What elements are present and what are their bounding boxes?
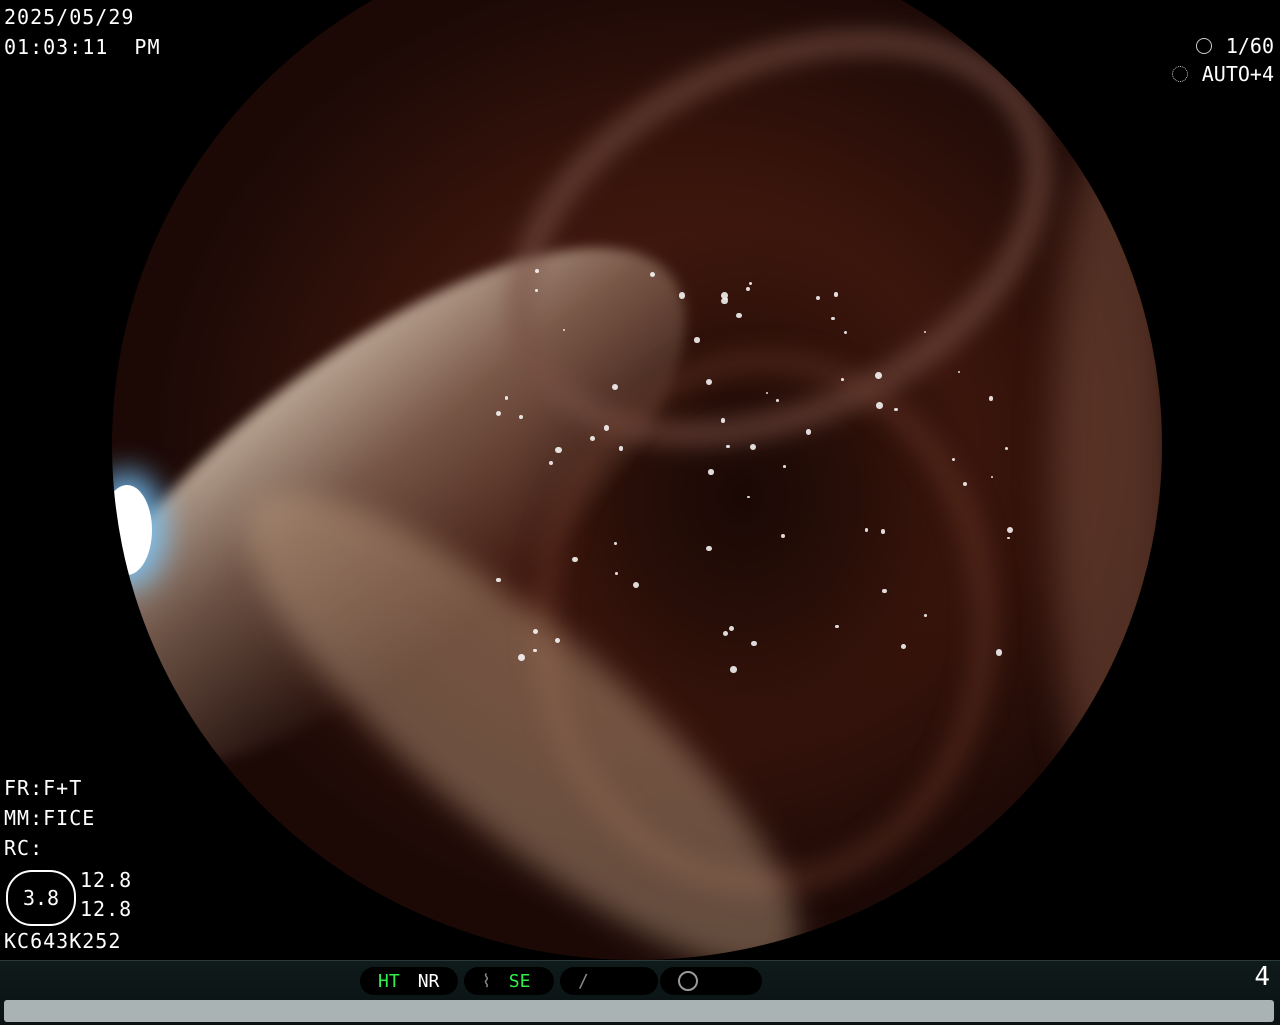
reflection-speck: [783, 464, 787, 468]
value-2: 12.8: [80, 897, 133, 921]
shutter-text: 1/60: [1225, 34, 1274, 58]
reflection-speck: [708, 469, 714, 475]
mm-setting: MM:FICE: [4, 806, 96, 830]
reflection-speck: [678, 292, 686, 299]
reflection-speck: [882, 588, 887, 594]
reflection-speck: [532, 629, 538, 635]
nr-indicator: NR: [417, 970, 440, 992]
shutter-row: 1/60: [1195, 34, 1274, 58]
ht-indicator: HT: [378, 970, 400, 992]
reflection-speck: [747, 495, 750, 499]
badge-value: 3.8: [22, 886, 60, 910]
reflection-speck: [533, 649, 537, 653]
reflection-speck: [875, 372, 883, 379]
reflection-speck: [705, 379, 712, 386]
reflection-speck: [726, 444, 730, 448]
reflection-speck: [923, 330, 927, 333]
se-group: ⌇ SE: [464, 967, 554, 995]
reflection-speck: [1007, 536, 1010, 540]
reflection-speck: [876, 401, 883, 409]
reflection-speck: [951, 457, 955, 461]
reflection-speck: [535, 288, 539, 292]
reflection-speck: [504, 395, 509, 400]
reflection-speck: [963, 481, 968, 486]
reflection-speck: [1004, 447, 1008, 451]
reflection-speck: [632, 581, 639, 589]
reflection-speck: [864, 528, 869, 532]
reflection-speck: [835, 625, 839, 629]
auto-text: AUTO+4: [1201, 62, 1274, 86]
circle-group: [660, 967, 762, 995]
reflection-speck: [618, 446, 624, 451]
reflection-speck: [496, 577, 501, 582]
rc-setting: RC:: [4, 836, 44, 860]
reflection-speck: [554, 637, 560, 643]
auto-row: AUTO+4: [1171, 62, 1274, 86]
aperture-icon: [1195, 38, 1212, 54]
date-text: 2025/05/29: [4, 5, 135, 29]
fr-setting: FR:F+T: [4, 776, 83, 800]
reflection-speck: [958, 371, 961, 374]
reflection-speck: [901, 644, 907, 649]
reflection-speck: [880, 528, 886, 534]
reflection-speck: [554, 446, 562, 454]
reflection-speck: [745, 286, 750, 291]
reflection-speck: [805, 428, 812, 435]
page-number: 4: [1254, 962, 1270, 992]
circle-icon: [678, 971, 698, 991]
reflection-speck: [833, 292, 839, 297]
reflection-speck: [843, 330, 847, 334]
ht-nr-group: HT NR: [360, 967, 458, 995]
slash-icon: ∕: [578, 970, 589, 992]
time-text: 01:03:11 PM: [4, 35, 161, 59]
reflection-speck: [780, 533, 785, 538]
reflection-speck: [611, 384, 618, 391]
reflection-speck: [615, 572, 618, 575]
reflection-speck: [923, 614, 927, 617]
gear-icon: [1171, 66, 1188, 82]
reflection-speck: [730, 666, 737, 673]
reflection-speck: [495, 411, 501, 417]
reflection-speck: [831, 317, 835, 321]
wave-icon: ⌇: [482, 970, 491, 992]
value-1: 12.8: [80, 868, 133, 892]
status-strip: [4, 1000, 1274, 1022]
reflection-speck: [751, 640, 757, 647]
reflection-speck: [988, 396, 993, 401]
reflection-speck: [893, 407, 898, 412]
reflection-speck: [1006, 526, 1013, 533]
reflection-speck: [776, 398, 780, 402]
reflection-speck: [603, 425, 610, 431]
se-indicator: SE: [508, 970, 531, 992]
serial-number: KC643K252: [4, 929, 122, 953]
reflection-speck: [706, 545, 712, 552]
reflection-speck: [590, 436, 596, 441]
reflection-speck: [995, 649, 1002, 656]
scope-size-badge: 3.8: [6, 870, 76, 926]
lumen-wall: [1052, 130, 1162, 830]
slash-group: ∕: [560, 967, 658, 995]
reflection-speck: [548, 460, 553, 465]
endoscope-view: [112, 0, 1162, 960]
reflection-speck: [720, 291, 728, 299]
reflection-speck: [694, 337, 700, 343]
reflection-speck: [614, 542, 618, 545]
reflection-speck: [841, 377, 845, 381]
reflection-speck: [990, 476, 994, 479]
